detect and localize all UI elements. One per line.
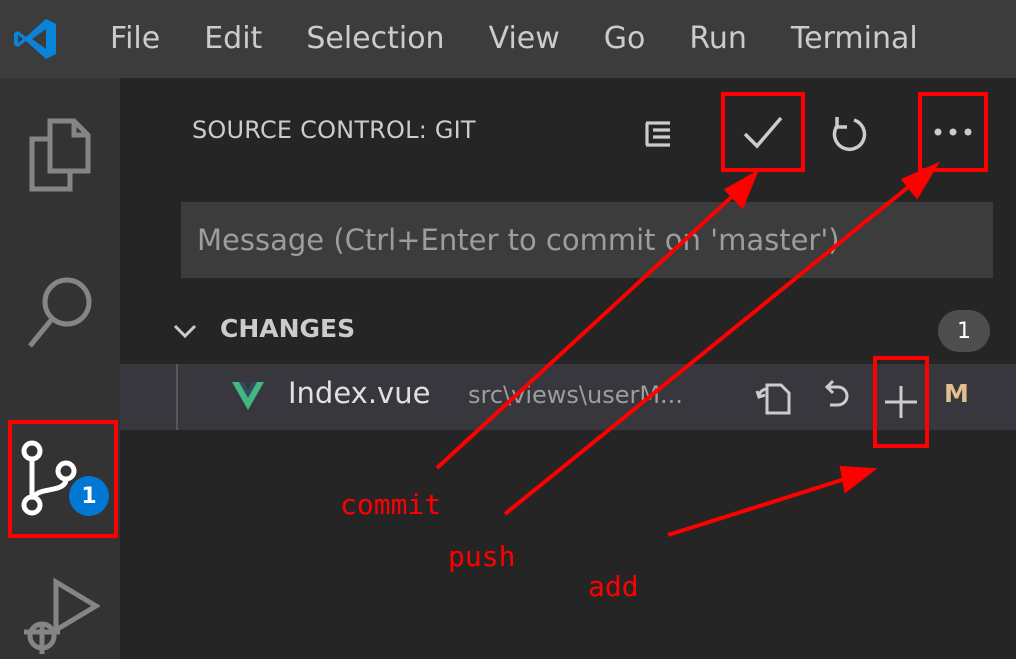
- menu-run[interactable]: Run: [667, 0, 769, 78]
- annotation-commit: commit: [340, 488, 442, 521]
- discard-changes-button[interactable]: [814, 376, 854, 420]
- files-icon: [29, 118, 91, 192]
- annotation-push: push: [448, 540, 516, 573]
- menu-selection[interactable]: Selection: [284, 0, 466, 78]
- vue-icon: [232, 382, 264, 410]
- activity-search[interactable]: [0, 258, 120, 368]
- activity-source-control[interactable]: 1: [8, 420, 118, 538]
- menu-terminal[interactable]: Terminal: [769, 0, 940, 78]
- vscode-logo-icon[interactable]: [0, 0, 70, 78]
- commit-message-input[interactable]: [181, 202, 993, 278]
- run-debug-icon: [24, 577, 100, 654]
- menu-go[interactable]: Go: [582, 0, 668, 78]
- refresh-icon: [832, 117, 867, 152]
- menu-edit[interactable]: Edit: [182, 0, 284, 78]
- open-file-icon: [755, 383, 791, 415]
- changed-file-row[interactable]: Index.vue src\views\userM... M: [120, 356, 1016, 448]
- view-as-tree-button[interactable]: [632, 104, 684, 164]
- panel-title: SOURCE CONTROL: GIT: [192, 116, 476, 144]
- refresh-button[interactable]: [820, 104, 876, 164]
- changes-label: CHANGES: [220, 314, 356, 343]
- more-actions-button[interactable]: [918, 92, 988, 172]
- stage-changes-button[interactable]: [873, 356, 929, 448]
- changes-count-badge: 1: [938, 310, 990, 352]
- activity-run-debug[interactable]: [0, 568, 120, 659]
- file-status-modified: M: [944, 379, 969, 408]
- annotation-add: add: [588, 570, 639, 603]
- source-control-badge: 1: [69, 476, 109, 516]
- ellipsis-icon: [934, 128, 972, 136]
- check-icon: [743, 116, 783, 149]
- search-icon: [28, 277, 92, 348]
- menu-view[interactable]: View: [467, 0, 582, 78]
- source-control-panel: SOURCE CONTROL: GIT CHANGE: [120, 78, 1016, 659]
- menu-bar: File Edit Selection View Go Run Terminal: [70, 0, 1016, 78]
- changes-group-header[interactable]: CHANGES 1: [120, 300, 1016, 362]
- plus-icon: [885, 386, 917, 418]
- title-bar: File Edit Selection View Go Run Terminal: [0, 0, 1016, 78]
- menu-file[interactable]: File: [70, 0, 182, 78]
- discard-icon: [824, 379, 849, 407]
- file-path: src\views\userM...: [468, 381, 683, 409]
- view-as-tree-icon: [645, 121, 670, 147]
- file-name: Index.vue: [288, 376, 431, 410]
- activity-bar: 1: [0, 78, 120, 659]
- open-file-button[interactable]: [752, 376, 796, 420]
- commit-button[interactable]: [721, 92, 805, 172]
- activity-explorer[interactable]: [0, 100, 120, 210]
- tree-indent-guide: [176, 364, 178, 430]
- chevron-down-icon: [173, 324, 197, 339]
